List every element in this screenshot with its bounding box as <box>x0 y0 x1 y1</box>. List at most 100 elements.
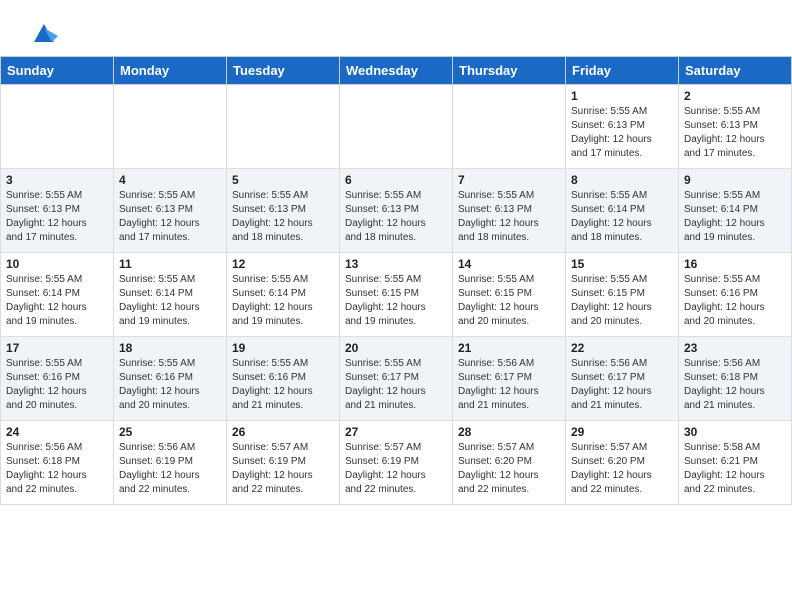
day-number: 3 <box>6 173 108 187</box>
day-info: Sunrise: 5:55 AM Sunset: 6:15 PM Dayligh… <box>571 273 673 329</box>
weekday-header-monday: Monday <box>114 57 227 85</box>
day-number: 5 <box>232 173 334 187</box>
calendar-cell: 23 Sunrise: 5:56 AM Sunset: 6:18 PM Dayli… <box>679 337 792 421</box>
calendar-week-3: 10 Sunrise: 5:55 AM Sunset: 6:14 PM Dayli… <box>1 253 792 337</box>
calendar-cell: 13 Sunrise: 5:55 AM Sunset: 6:15 PM Dayli… <box>340 253 453 337</box>
calendar-cell: 29Sunrise: 5:57 AM Sunset: 6:20 PM Dayli… <box>566 421 679 505</box>
day-info: Sunrise: 5:55 AM Sunset: 6:14 PM Dayligh… <box>119 273 221 329</box>
calendar-cell: 19Sunrise: 5:55 AM Sunset: 6:16 PM Dayli… <box>227 337 340 421</box>
calendar-cell: 24 Sunrise: 5:56 AM Sunset: 6:18 PM Dayli… <box>1 421 114 505</box>
calendar-week-4: 17 Sunrise: 5:55 AM Sunset: 6:16 PM Dayli… <box>1 337 792 421</box>
day-number: 24 <box>6 425 108 439</box>
calendar-cell <box>1 85 114 169</box>
day-number: 20 <box>345 341 447 355</box>
day-info: Sunrise: 5:56 AM Sunset: 6:18 PM Dayligh… <box>684 357 786 413</box>
calendar-cell: 3 Sunrise: 5:55 AM Sunset: 6:13 PM Daylig… <box>1 169 114 253</box>
day-info: Sunrise: 5:56 AM Sunset: 6:17 PM Dayligh… <box>458 357 560 413</box>
day-info: Sunrise: 5:56 AM Sunset: 6:19 PM Dayligh… <box>119 441 221 497</box>
calendar-cell: 5 Sunrise: 5:55 AM Sunset: 6:13 PM Daylig… <box>227 169 340 253</box>
calendar-cell: 8 Sunrise: 5:55 AM Sunset: 6:14 PM Daylig… <box>566 169 679 253</box>
day-number: 28 <box>458 425 560 439</box>
day-number: 7 <box>458 173 560 187</box>
day-number: 21 <box>458 341 560 355</box>
day-info: Sunrise: 5:55 AM Sunset: 6:13 PM Dayligh… <box>684 105 786 161</box>
calendar-week-5: 24 Sunrise: 5:56 AM Sunset: 6:18 PM Dayli… <box>1 421 792 505</box>
calendar-cell: 30 Sunrise: 5:58 AM Sunset: 6:21 PM Dayli… <box>679 421 792 505</box>
day-info: Sunrise: 5:55 AM Sunset: 6:13 PM Dayligh… <box>571 105 673 161</box>
day-info: Sunrise: 5:55 AM Sunset: 6:15 PM Dayligh… <box>458 273 560 329</box>
day-info: Sunrise: 5:55 AM Sunset: 6:16 PM Dayligh… <box>232 357 334 413</box>
weekday-header-friday: Friday <box>566 57 679 85</box>
day-number: 18 <box>119 341 221 355</box>
weekday-header-tuesday: Tuesday <box>227 57 340 85</box>
calendar-cell: 28 Sunrise: 5:57 AM Sunset: 6:20 PM Dayli… <box>453 421 566 505</box>
calendar-cell: 22 Sunrise: 5:56 AM Sunset: 6:17 PM Dayli… <box>566 337 679 421</box>
day-info: Sunrise: 5:55 AM Sunset: 6:13 PM Dayligh… <box>6 189 108 245</box>
day-info: Sunrise: 5:55 AM Sunset: 6:15 PM Dayligh… <box>345 273 447 329</box>
calendar-cell: 10 Sunrise: 5:55 AM Sunset: 6:14 PM Dayli… <box>1 253 114 337</box>
calendar-cell: 6 Sunrise: 5:55 AM Sunset: 6:13 PM Daylig… <box>340 169 453 253</box>
calendar-cell: 17 Sunrise: 5:55 AM Sunset: 6:16 PM Dayli… <box>1 337 114 421</box>
day-number: 12 <box>232 257 334 271</box>
weekday-header-wednesday: Wednesday <box>340 57 453 85</box>
day-number: 2 <box>684 89 786 103</box>
day-number: 29 <box>571 425 673 439</box>
day-info: Sunrise: 5:55 AM Sunset: 6:13 PM Dayligh… <box>119 189 221 245</box>
day-number: 15 <box>571 257 673 271</box>
day-info: Sunrise: 5:55 AM Sunset: 6:14 PM Dayligh… <box>571 189 673 245</box>
weekday-header-sunday: Sunday <box>1 57 114 85</box>
calendar-cell <box>453 85 566 169</box>
day-number: 13 <box>345 257 447 271</box>
day-number: 22 <box>571 341 673 355</box>
logo <box>24 18 58 46</box>
day-info: Sunrise: 5:57 AM Sunset: 6:20 PM Dayligh… <box>458 441 560 497</box>
day-info: Sunrise: 5:56 AM Sunset: 6:17 PM Dayligh… <box>571 357 673 413</box>
logo-icon <box>30 18 58 46</box>
calendar-cell: 18 Sunrise: 5:55 AM Sunset: 6:16 PM Dayli… <box>114 337 227 421</box>
day-info: Sunrise: 5:55 AM Sunset: 6:17 PM Dayligh… <box>345 357 447 413</box>
day-number: 8 <box>571 173 673 187</box>
day-number: 23 <box>684 341 786 355</box>
calendar-cell: 16Sunrise: 5:55 AM Sunset: 6:16 PM Dayli… <box>679 253 792 337</box>
calendar-cell <box>114 85 227 169</box>
day-info: Sunrise: 5:56 AM Sunset: 6:18 PM Dayligh… <box>6 441 108 497</box>
day-number: 11 <box>119 257 221 271</box>
day-info: Sunrise: 5:55 AM Sunset: 6:13 PM Dayligh… <box>345 189 447 245</box>
calendar-week-1: 1 Sunrise: 5:55 AM Sunset: 6:13 PM Daylig… <box>1 85 792 169</box>
calendar-cell: 4 Sunrise: 5:55 AM Sunset: 6:13 PM Daylig… <box>114 169 227 253</box>
weekday-header-saturday: Saturday <box>679 57 792 85</box>
day-number: 1 <box>571 89 673 103</box>
weekday-header-row: SundayMondayTuesdayWednesdayThursdayFrid… <box>1 57 792 85</box>
calendar-cell: 12 Sunrise: 5:55 AM Sunset: 6:14 PM Dayli… <box>227 253 340 337</box>
calendar-cell: 1 Sunrise: 5:55 AM Sunset: 6:13 PM Daylig… <box>566 85 679 169</box>
day-number: 10 <box>6 257 108 271</box>
day-info: Sunrise: 5:55 AM Sunset: 6:14 PM Dayligh… <box>684 189 786 245</box>
day-info: Sunrise: 5:55 AM Sunset: 6:16 PM Dayligh… <box>119 357 221 413</box>
weekday-header-thursday: Thursday <box>453 57 566 85</box>
calendar-cell: 2 Sunrise: 5:55 AM Sunset: 6:13 PM Daylig… <box>679 85 792 169</box>
calendar-cell: 25 Sunrise: 5:56 AM Sunset: 6:19 PM Dayli… <box>114 421 227 505</box>
day-number: 4 <box>119 173 221 187</box>
day-info: Sunrise: 5:55 AM Sunset: 6:14 PM Dayligh… <box>6 273 108 329</box>
day-number: 16 <box>684 257 786 271</box>
day-number: 26 <box>232 425 334 439</box>
day-number: 30 <box>684 425 786 439</box>
calendar-table: SundayMondayTuesdayWednesdayThursdayFrid… <box>0 56 792 505</box>
day-info: Sunrise: 5:58 AM Sunset: 6:21 PM Dayligh… <box>684 441 786 497</box>
day-number: 25 <box>119 425 221 439</box>
day-number: 9 <box>684 173 786 187</box>
calendar-week-2: 3 Sunrise: 5:55 AM Sunset: 6:13 PM Daylig… <box>1 169 792 253</box>
day-info: Sunrise: 5:55 AM Sunset: 6:16 PM Dayligh… <box>6 357 108 413</box>
day-info: Sunrise: 5:55 AM Sunset: 6:13 PM Dayligh… <box>458 189 560 245</box>
day-info: Sunrise: 5:55 AM Sunset: 6:14 PM Dayligh… <box>232 273 334 329</box>
day-number: 17 <box>6 341 108 355</box>
day-number: 6 <box>345 173 447 187</box>
day-info: Sunrise: 5:55 AM Sunset: 6:13 PM Dayligh… <box>232 189 334 245</box>
calendar-cell: 20 Sunrise: 5:55 AM Sunset: 6:17 PM Dayli… <box>340 337 453 421</box>
calendar-cell: 9 Sunrise: 5:55 AM Sunset: 6:14 PM Daylig… <box>679 169 792 253</box>
calendar-cell: 14Sunrise: 5:55 AM Sunset: 6:15 PM Dayli… <box>453 253 566 337</box>
calendar-cell: 27Sunrise: 5:57 AM Sunset: 6:19 PM Dayli… <box>340 421 453 505</box>
day-info: Sunrise: 5:57 AM Sunset: 6:19 PM Dayligh… <box>232 441 334 497</box>
calendar-cell <box>340 85 453 169</box>
calendar-cell: 7 Sunrise: 5:55 AM Sunset: 6:13 PM Daylig… <box>453 169 566 253</box>
